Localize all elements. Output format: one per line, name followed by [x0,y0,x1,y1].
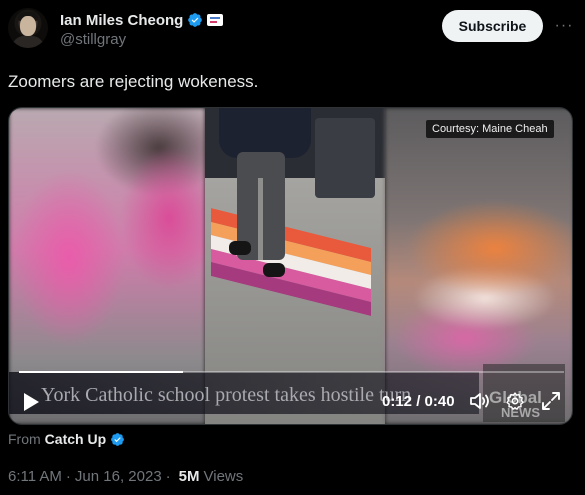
person-leg-gap [258,178,263,260]
tweet-meta: 6:11 AM · Jun 16, 2023 · 5M Views [8,468,243,485]
video-player[interactable]: Courtesy: Maine Cheah York Catholic scho… [8,107,573,425]
news-headline: York Catholic school protest takes hosti… [41,384,412,406]
subscribe-button[interactable]: Subscribe [442,10,543,42]
video-progress-fill [19,371,183,373]
settings-gear-icon[interactable] [505,391,525,411]
tweet-time[interactable]: 6:11 AM [8,468,62,485]
author-name-row: Ian Miles Cheong [60,10,224,30]
courtesy-caption: Courtesy: Maine Cheah [426,120,554,138]
avatar-shirt [12,36,44,48]
volume-icon[interactable] [469,391,491,411]
affiliate-badge-icon[interactable] [207,14,224,26]
tweet-date[interactable]: Jun 16, 2023 [75,468,162,485]
person-shoe [263,263,285,277]
video-time: 0:12 / 0:40 [382,393,455,410]
separator-dot: · [65,468,71,485]
separator-dot: · [165,468,171,485]
views-count: 5M [178,468,200,485]
play-icon[interactable] [21,391,41,413]
author-avatar[interactable] [8,8,48,48]
fullscreen-expand-icon[interactable] [541,391,561,411]
more-options-icon[interactable]: ··· [554,14,574,38]
video-progress-bar[interactable] [19,371,564,373]
source-attribution: From Catch Up [8,430,125,448]
from-label: From [8,431,41,447]
views-label: Views [203,468,244,485]
author-handle[interactable]: @stillgray [60,31,126,48]
background-students [315,118,375,198]
verified-badge-icon [188,13,203,27]
tweet-text: Zoomers are rejecting wokeness. [8,72,259,91]
person-shoe [229,241,251,255]
source-account-link[interactable]: Catch Up [45,431,106,447]
avatar-face [20,16,36,36]
person-jacket [219,108,311,158]
author-name[interactable]: Ian Miles Cheong [60,12,183,29]
verified-badge-icon [111,432,125,446]
